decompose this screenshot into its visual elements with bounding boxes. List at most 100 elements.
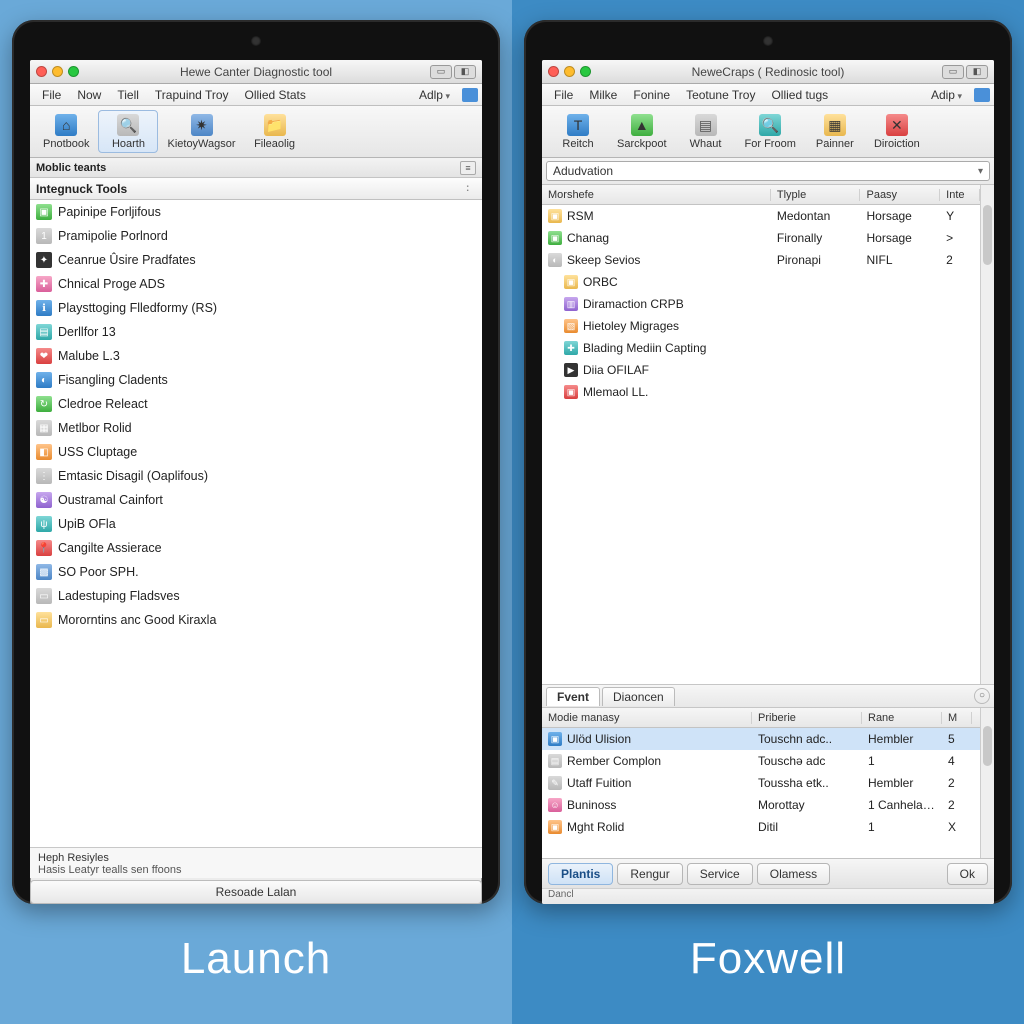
toolbar-pnotbook[interactable]: ⌂Pnotbook	[36, 110, 96, 153]
table-row[interactable]: ▧Hietoley Migrages	[542, 315, 980, 337]
button-rengur[interactable]: Rengur	[617, 863, 682, 885]
window-button[interactable]: ▭	[942, 65, 964, 79]
left-tools-list[interactable]: ▣Papinipe Forljifous1Pramipolie Porlnord…	[30, 200, 482, 847]
toolbar-fileaolig[interactable]: 📁Fileaolig	[245, 110, 305, 153]
menu-app-icon[interactable]	[974, 88, 990, 102]
list-item[interactable]: ▩SO Poor SPH.	[30, 560, 482, 584]
menu-ollied stats[interactable]: Ollied Stats	[237, 88, 314, 102]
table-row[interactable]: ▥Diramaction CRPB	[542, 293, 980, 315]
minimize-icon[interactable]	[52, 66, 63, 77]
list-item[interactable]: ✦Ceanrue Ûsire Pradfates	[30, 248, 482, 272]
item-label: Papinipe Forljifous	[58, 205, 161, 219]
left-status-box: Heph Resiyles Hasis Leatyr tealls sen ff…	[30, 847, 482, 878]
list-item[interactable]: ◧USS Cluptage	[30, 440, 482, 464]
menu-file[interactable]: File	[546, 88, 581, 102]
menu-app-icon[interactable]	[462, 88, 478, 102]
menu-fonine[interactable]: Fonine	[625, 88, 678, 102]
row-icon: ▥	[564, 297, 578, 311]
table-row[interactable]: ✎Utaff FuitionToussha etk..Hembler2	[542, 772, 980, 794]
toolbar-sarckpoot[interactable]: ▲Sarckpoot	[610, 110, 674, 153]
list-item[interactable]: ψUpiB OFla	[30, 512, 482, 536]
column-header[interactable]: Priberie	[752, 712, 862, 724]
window-button-2[interactable]: ◧	[454, 65, 476, 79]
column-header[interactable]: Morshefe	[542, 189, 771, 201]
column-header[interactable]: Rane	[862, 712, 942, 724]
menu-adip[interactable]: Adip	[923, 88, 970, 102]
tab-search-icon[interactable]: ○	[974, 688, 990, 704]
menu-milke[interactable]: Milke	[581, 88, 625, 102]
toolbar-whaut[interactable]: ▤Whaut	[676, 110, 736, 153]
category-combo[interactable]: Adudvation	[546, 161, 990, 181]
table-row[interactable]: ▣ORBC	[542, 271, 980, 293]
cell-text: Mlemaol LL.	[583, 385, 648, 399]
column-header[interactable]: Paasy	[860, 189, 940, 201]
table-row[interactable]: ▣Mght RolidDitil1X	[542, 816, 980, 838]
button-service[interactable]: Service	[687, 863, 753, 885]
scrollbar[interactable]	[980, 185, 994, 684]
list-item[interactable]: ▤Derllfor 13	[30, 320, 482, 344]
close-icon[interactable]	[548, 66, 559, 77]
context-toggle-icon[interactable]: ≡	[460, 161, 476, 175]
minimize-icon[interactable]	[564, 66, 575, 77]
menu-file[interactable]: File	[34, 88, 69, 102]
tab-fvent[interactable]: Fvent	[546, 687, 600, 706]
button-ok[interactable]: Ok	[947, 863, 988, 885]
column-header[interactable]: Tlyple	[771, 189, 861, 201]
menu-tiell[interactable]: Tiell	[109, 88, 147, 102]
table-row[interactable]: ✚Blading Mediin Capting	[542, 337, 980, 359]
toolbar-diroiction[interactable]: ✕Diroiction	[867, 110, 927, 153]
table-row[interactable]: ▤Rember ComplonTouschə adc14	[542, 750, 980, 772]
item-icon: ◐	[36, 372, 52, 388]
list-item[interactable]: ◐Fisangling Cladents	[30, 368, 482, 392]
bottom-table[interactable]: Modie manasyPriberieRaneM ▣Ulöd UlisionTo…	[542, 708, 980, 858]
menu-ollied tugs[interactable]: Ollied tugs	[763, 88, 836, 102]
list-item[interactable]: ▭Mororntins anc Good Kiraxla	[30, 608, 482, 632]
toolbar-label: For Froom	[745, 138, 796, 150]
table-row[interactable]: ▶Diia OFILAF	[542, 359, 980, 381]
toolbar-for froom[interactable]: 🔍 For Froom	[738, 110, 803, 153]
item-label: Metlbor Rolid	[58, 421, 132, 435]
column-header[interactable]: Modie manasy	[542, 712, 752, 724]
zoom-icon[interactable]	[580, 66, 591, 77]
list-item[interactable]: ☯Oustramal Cainfort	[30, 488, 482, 512]
zoom-icon[interactable]	[68, 66, 79, 77]
toolbar-reitch[interactable]: TReitch	[548, 110, 608, 153]
close-icon[interactable]	[36, 66, 47, 77]
scrollbar[interactable]	[980, 708, 994, 858]
menu-now[interactable]: Now	[69, 88, 109, 102]
list-item[interactable]: ↻Cledroe Releact	[30, 392, 482, 416]
list-item[interactable]: ✚Chnical Proge ADS	[30, 272, 482, 296]
list-item[interactable]: 📍Cangilte Assierace	[30, 536, 482, 560]
window-button-2[interactable]: ◧	[966, 65, 988, 79]
list-item[interactable]: ❤Malube L.3	[30, 344, 482, 368]
window-button[interactable]: ▭	[430, 65, 452, 79]
menu-trapuind troy[interactable]: Trapuind Troy	[147, 88, 237, 102]
list-item[interactable]: ▭Ladestuping Fladsves	[30, 584, 482, 608]
top-table[interactable]: MorshefeTlyplePaasyInte ▣RSMMedontanHorsa…	[542, 185, 980, 684]
column-header[interactable]: M	[942, 712, 972, 724]
menu-adlp[interactable]: Adlp	[411, 88, 458, 102]
menu-teotune troy[interactable]: Teotune Troy	[678, 88, 763, 102]
list-item[interactable]: 1Pramipolie Porlnord	[30, 224, 482, 248]
section-collapse-icon[interactable]: :	[466, 183, 476, 194]
button-plantis[interactable]: Plantis	[548, 863, 613, 885]
toolbar-kietoywagsor[interactable]: ✷KietoyWagsor	[160, 110, 242, 153]
table-row[interactable]: ◐Skeep SeviosPironapiNIFL2	[542, 249, 980, 271]
cell-text: ORBC	[583, 275, 618, 289]
table-row[interactable]: ☺BuninossMorottay1 Canhelater.2	[542, 794, 980, 816]
button-olamess[interactable]: Olamess	[757, 863, 830, 885]
toolbar-painner[interactable]: ▦Painner	[805, 110, 865, 153]
column-header[interactable]: Inte	[940, 189, 980, 201]
table-row[interactable]: ▣ChanagFironallyHorsage>	[542, 227, 980, 249]
table-row[interactable]: ▣RSMMedontanHorsageY	[542, 205, 980, 227]
for froom-icon: 🔍	[759, 114, 781, 136]
list-item[interactable]: ▦Metlbor Rolid	[30, 416, 482, 440]
toolbar-hoarth[interactable]: 🔍Hoarth	[98, 110, 158, 153]
list-item[interactable]: ⋮Emtasic Disagil (Oaplifous)	[30, 464, 482, 488]
status-action-button[interactable]: Resoade Lalan	[30, 880, 482, 904]
tab-diaoncen[interactable]: Diaoncen	[602, 687, 675, 706]
table-row[interactable]: ▣Ulöd UlisionTouschn adc..Hembler5	[542, 728, 980, 750]
table-row[interactable]: ▣Mlemaol LL.	[542, 381, 980, 403]
list-item[interactable]: ℹPlaysttoging Flledformy (RS)	[30, 296, 482, 320]
list-item[interactable]: ▣Papinipe Forljifous	[30, 200, 482, 224]
